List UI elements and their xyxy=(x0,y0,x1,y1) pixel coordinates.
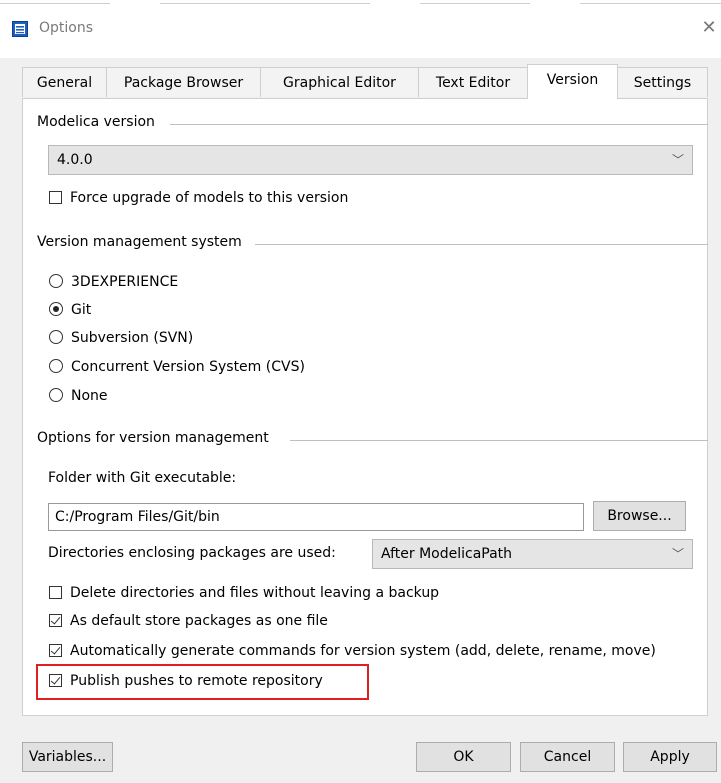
radio-git[interactable]: Git xyxy=(49,299,91,321)
radio-3dexperience[interactable]: 3DEXPERIENCE xyxy=(49,271,178,293)
options-vm-group-title: Options for version management xyxy=(37,430,272,446)
vms-group-title: Version management system xyxy=(37,234,245,250)
apply-button[interactable]: Apply xyxy=(623,742,717,772)
tab-package-browser[interactable]: Package Browser xyxy=(106,67,261,97)
checkbox-label: Automatically generate commands for vers… xyxy=(70,643,656,659)
auto-generate-commands-checkbox[interactable]: Automatically generate commands for vers… xyxy=(49,640,656,662)
background-window-edge xyxy=(0,0,721,6)
checkbox-label: As default store packages as one file xyxy=(70,613,328,629)
radio-label: Git xyxy=(71,302,92,318)
close-icon[interactable]: ✕ xyxy=(697,16,721,40)
window-title: Options xyxy=(39,20,94,36)
radio-label: 3DEXPERIENCE xyxy=(71,274,179,290)
directories-value: After ModelicaPath xyxy=(381,546,513,562)
radio-label: None xyxy=(71,388,108,404)
radio-label: Concurrent Version System (CVS) xyxy=(71,359,305,375)
group-divider xyxy=(170,124,708,125)
radio-button[interactable] xyxy=(49,274,63,288)
options-window-icon xyxy=(12,21,28,37)
group-divider xyxy=(290,440,708,441)
modelica-version-value: 4.0.0 xyxy=(57,152,93,168)
delete-without-backup-checkbox[interactable]: Delete directories and files without lea… xyxy=(49,582,439,604)
group-divider xyxy=(255,244,708,245)
tab-graphical-editor[interactable]: Graphical Editor xyxy=(260,67,419,97)
radio-none[interactable]: None xyxy=(49,385,108,407)
radio-cvs[interactable]: Concurrent Version System (CVS) xyxy=(49,356,305,378)
tab-text-editor[interactable]: Text Editor xyxy=(418,67,528,97)
modelica-version-group-title: Modelica version xyxy=(37,114,158,130)
git-folder-label: Folder with Git executable: xyxy=(48,470,237,486)
directories-label: Directories enclosing packages are used: xyxy=(48,545,336,561)
git-folder-input[interactable]: C:/Program Files/Git/bin xyxy=(48,503,584,531)
ok-button[interactable]: OK xyxy=(416,742,511,772)
title-bar: Options ✕ xyxy=(0,0,721,58)
directories-select[interactable]: After ModelicaPath ﹀ xyxy=(372,539,693,569)
radio-button[interactable] xyxy=(49,302,63,316)
variables-button[interactable]: Variables... xyxy=(22,742,113,772)
radio-button[interactable] xyxy=(49,388,63,402)
checkbox-label: Delete directories and files without lea… xyxy=(70,585,440,601)
tab-version[interactable]: Version xyxy=(527,64,618,99)
checkbox-box[interactable] xyxy=(49,191,62,204)
radio-label: Subversion (SVN) xyxy=(71,330,194,346)
force-upgrade-checkbox[interactable]: Force upgrade of models to this version xyxy=(49,187,348,209)
checkbox-box[interactable] xyxy=(49,644,62,657)
highlight-box xyxy=(36,664,369,700)
radio-svn[interactable]: Subversion (SVN) xyxy=(49,327,193,349)
force-upgrade-label: Force upgrade of models to this version xyxy=(70,190,349,206)
chevron-down-icon: ﹀ xyxy=(671,153,684,167)
cancel-button[interactable]: Cancel xyxy=(520,742,615,772)
radio-button[interactable] xyxy=(49,359,63,373)
checkbox-box[interactable] xyxy=(49,586,62,599)
store-packages-one-file-checkbox[interactable]: As default store packages as one file xyxy=(49,610,328,632)
tab-settings[interactable]: Settings xyxy=(617,67,708,97)
browse-button[interactable]: Browse... xyxy=(593,501,686,531)
chevron-down-icon: ﹀ xyxy=(671,547,684,561)
modelica-version-select[interactable]: 4.0.0 ﹀ xyxy=(48,145,693,175)
checkbox-box[interactable] xyxy=(49,614,62,627)
radio-button[interactable] xyxy=(49,330,63,344)
tab-general[interactable]: General xyxy=(22,67,107,97)
